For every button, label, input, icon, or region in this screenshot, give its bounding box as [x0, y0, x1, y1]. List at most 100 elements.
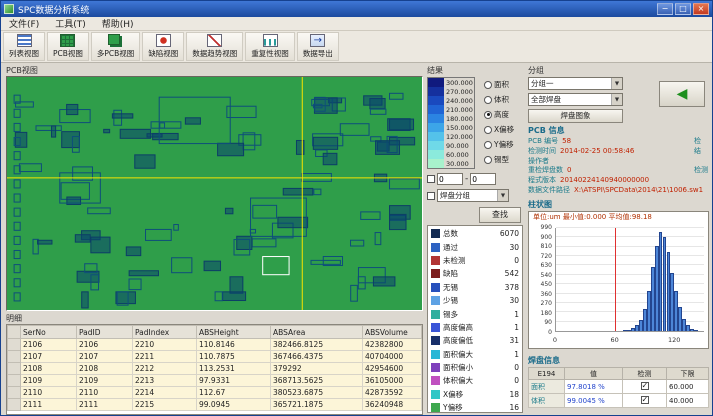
range-filter-row: - [427, 173, 496, 185]
table-row[interactable]: 21112111221599.0945365721.187536240948 [8, 399, 422, 411]
stat-color-swatch [431, 336, 440, 345]
stat-row-no-solder[interactable]: 无锡378 [431, 281, 519, 294]
stat-row-not-tested[interactable]: 未检测0 [431, 254, 519, 267]
detail-table: SerNoPadIDPadIndexABSHeightABSAreaABSVol… [6, 324, 423, 415]
minimize-button[interactable]: − [657, 3, 673, 15]
stat-row-area-low[interactable]: 面积偏小0 [431, 361, 519, 374]
histogram-section-caption: 柱状图 [528, 199, 552, 210]
stat-row-pass[interactable]: 通过30 [431, 240, 519, 253]
range-to-input[interactable] [470, 173, 496, 185]
pcb-info-rows: PCB 编号58检检测时间2014-02-25 00:58:46结操作者重检焊盘… [528, 137, 709, 197]
stat-row-excess-solder[interactable]: 锡多1 [431, 307, 519, 320]
range-filter-checkbox[interactable] [427, 175, 435, 183]
pad-group-select-value: 焊盘分组 [440, 190, 470, 201]
radio-circle [484, 141, 492, 149]
maximize-button[interactable]: □ [675, 3, 691, 15]
radio-circle [484, 111, 492, 119]
padinfo-header-row: E194值检测下限 [529, 368, 709, 380]
stat-row-volume-high[interactable]: 体积偏大0 [431, 374, 519, 387]
search-button[interactable]: 查找 [479, 207, 521, 223]
stat-row-height-low[interactable]: 高度偏低31 [431, 334, 519, 347]
pcb-canvas[interactable] [6, 76, 423, 311]
close-button[interactable]: × [693, 3, 709, 15]
pad-select[interactable]: 全部焊盘 ▼ [528, 93, 623, 106]
toolbar-button-repeatability-view[interactable]: 重复性视图 [245, 32, 295, 61]
scale-color-swatch [428, 159, 444, 168]
stats-list: 总数6070通过30未检测0缺陷542无锡378少锡30锡多1高度偏高1高度偏低… [427, 225, 523, 413]
stat-color-swatch [431, 390, 440, 399]
pad-image-button[interactable]: 焊盘图象 [528, 109, 623, 123]
toolbar: 列表视图PCB视图多PCB视图缺陷视图数据趋势视图重复性视图→数据导出 [1, 31, 712, 63]
app-window: SPC数据分析系统 − □ × 文件(F)工具(T)帮助(H) 列表视图PCB视… [0, 0, 713, 416]
table-row[interactable]: 21092109221397.9331368713.562536105000 [8, 375, 422, 387]
stat-row-defect[interactable]: 缺陷542 [431, 267, 519, 280]
multi-pcb-view-icon [108, 34, 120, 45]
menubar: 文件(F)工具(T)帮助(H) [1, 17, 712, 31]
stat-color-swatch [431, 376, 440, 385]
pad-group-select[interactable]: 焊盘分组 ▼ [437, 189, 509, 202]
group-select[interactable]: 分组一 ▼ [528, 77, 623, 90]
metric-radios: 面积体积高度X偏移Y偏移锡型 [484, 77, 514, 167]
table-row[interactable]: 210821082212113.253137929242954600 [8, 363, 422, 375]
limit-line [615, 228, 616, 331]
detail-header-row: SerNoPadIDPadIndexABSHeightABSAreaABSVol… [8, 326, 422, 339]
stat-color-swatch [431, 269, 440, 278]
toolbar-button-data-export[interactable]: →数据导出 [297, 32, 339, 61]
detail-panel: 明细 SerNoPadIDPadIndexABSHeightABSAreaABS… [6, 313, 423, 415]
table-row[interactable]: 210621062210110.8146382466.812542382800 [8, 339, 422, 351]
stat-row-area-high[interactable]: 面积偏大1 [431, 348, 519, 361]
stat-color-swatch [431, 403, 440, 412]
result-caption: 结果 [427, 65, 523, 76]
stat-color-swatch [431, 243, 440, 252]
hist-plot [555, 228, 704, 332]
app-icon [4, 4, 14, 14]
stat-row-y-offset[interactable]: Y偏移16 [431, 401, 519, 413]
metric-radio-y-offset[interactable]: Y偏移 [484, 137, 514, 152]
metric-radio-area[interactable]: 面积 [484, 77, 514, 92]
menu-item-help[interactable]: 帮助(H) [94, 17, 142, 30]
stat-row-less-solder[interactable]: 少锡30 [431, 294, 519, 307]
toolbar-button-defect-view[interactable]: 缺陷视图 [142, 32, 184, 61]
hist-yaxis: 990900810720630540450360270180900 [531, 224, 552, 336]
stat-row-total[interactable]: 总数6070 [431, 227, 519, 240]
table-row[interactable]: 210721072211110.7875367466.437540704000 [8, 351, 422, 363]
metric-radio-height[interactable]: 高度 [484, 107, 514, 122]
stat-color-swatch [431, 323, 440, 332]
toolbar-button-pcb-view[interactable]: PCB视图 [47, 32, 89, 61]
pcb-canvas-svg [7, 77, 422, 310]
toolbar-button-list-view[interactable]: 列表视图 [3, 32, 45, 61]
titlebar[interactable]: SPC数据分析系统 − □ × [1, 1, 712, 17]
stat-row-x-offset[interactable]: X偏移18 [431, 388, 519, 401]
range-dash: - [465, 174, 468, 184]
pad-info-row: 体积99.0045 %40.000 [529, 394, 709, 408]
detect-checkbox[interactable] [641, 396, 649, 404]
toolbar-button-data-trend-view[interactable]: 数据趋势视图 [186, 32, 243, 61]
hist-xaxis: 060120 [555, 336, 704, 346]
group-caption: 分组 [528, 65, 709, 76]
chevron-down-icon: ▼ [611, 78, 622, 89]
radio-circle [484, 81, 492, 89]
stat-color-swatch [431, 283, 440, 292]
stat-row-height-high[interactable]: 高度偏高1 [431, 321, 519, 334]
chevron-down-icon: ▼ [497, 190, 508, 201]
detect-checkbox[interactable] [641, 382, 649, 390]
toolbar-button-multi-pcb-view[interactable]: 多PCB视图 [91, 32, 140, 61]
table-row[interactable]: 211021102214112.67380523.687542873592 [8, 387, 422, 399]
group-filter-checkbox[interactable] [427, 192, 435, 200]
metric-radio-shape[interactable]: 锡型 [484, 152, 514, 167]
pad-info-row: 面积97.8018 %60.000 [529, 380, 709, 394]
pcb-view-icon [60, 34, 75, 47]
group-filter-row: 焊盘分组 ▼ [427, 189, 509, 202]
list-view-icon [17, 34, 32, 47]
range-from-input[interactable] [437, 173, 463, 185]
detail-body: 210621062210110.8146382466.8125423828002… [8, 339, 422, 411]
metric-radio-volume[interactable]: 体积 [484, 92, 514, 107]
menu-item-tools[interactable]: 工具(T) [47, 17, 94, 30]
scale-color-swatch [428, 87, 444, 96]
menu-item-file[interactable]: 文件(F) [1, 17, 47, 30]
back-arrow-button[interactable]: ◀ [659, 81, 705, 107]
histogram-stats-caption: 单位:um 最小值:0.000 平均值:98.18 [529, 212, 708, 223]
metric-radio-x-offset[interactable]: X偏移 [484, 122, 514, 137]
chevron-down-icon: ▼ [611, 94, 622, 105]
main-area: PCB视图 明细 SerNoPadIDPadIndexABSHeightABSA… [1, 63, 712, 415]
